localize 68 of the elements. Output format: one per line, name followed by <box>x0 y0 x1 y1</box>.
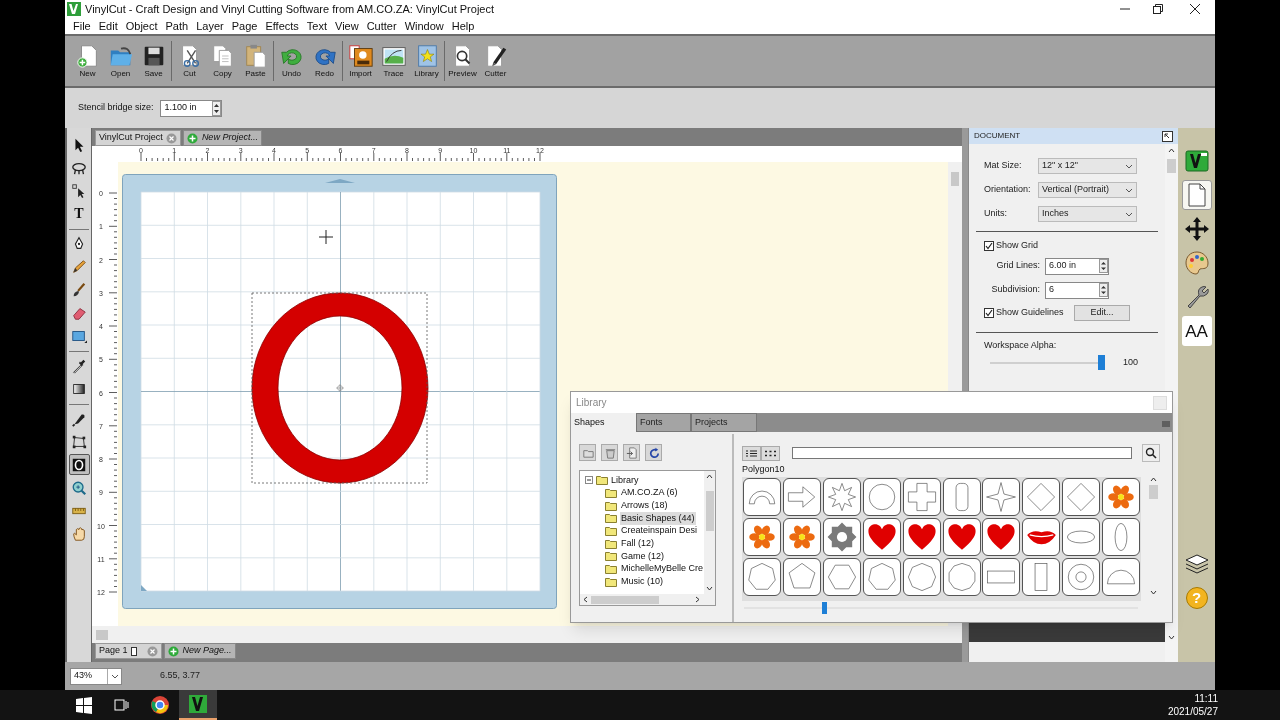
menu-item[interactable]: Path <box>161 17 193 35</box>
menu-item[interactable]: Cutter <box>362 17 401 35</box>
number-spinner[interactable]: 6 <box>1045 281 1109 299</box>
tree-item[interactable]: Library <box>585 474 704 487</box>
document-tab[interactable]: New Page... <box>163 643 236 659</box>
menu-item[interactable]: Page <box>227 17 262 35</box>
field-label: Subdivision: <box>990 283 1041 297</box>
checkbox-label: Show Guidelines <box>996 306 1065 320</box>
save-button[interactable]: Save <box>137 43 170 79</box>
tree-item[interactable]: Game (12) <box>620 549 665 564</box>
document-tab[interactable]: Page 1 <box>95 643 162 659</box>
dropdown[interactable]: Inches <box>1038 206 1137 222</box>
clock-date: 2021/05/27 <box>1167 705 1218 718</box>
tree-item[interactable]: Basic Shapes (44) <box>620 511 696 526</box>
cut-button[interactable]: Cut <box>173 43 206 79</box>
field-label: Mat Size: <box>983 159 1023 173</box>
document-tab[interactable]: VinylCut Project <box>95 130 181 146</box>
selected-shape-name: Polygon10 <box>742 464 786 475</box>
edit-button[interactable]: Edit... <box>1074 305 1130 321</box>
stencil-bridge-spinner[interactable]: 1.100 in <box>159 99 222 117</box>
undo-button[interactable]: Undo <box>275 43 308 79</box>
clock-time: 11:11 <box>1194 692 1218 705</box>
checkbox-label: Show Grid <box>996 239 1039 253</box>
window-title: Library <box>576 396 607 410</box>
menu-item[interactable]: File <box>69 17 95 35</box>
tree-item[interactable]: Fall (12) <box>620 537 655 551</box>
document-tab[interactable]: New Project... <box>182 130 262 146</box>
tree-item[interactable]: Createinspain Desi <box>620 524 699 538</box>
text-panel-button[interactable]: AA <box>1181 316 1212 346</box>
library-tab[interactable]: Projects <box>691 413 757 432</box>
open-button[interactable]: Open <box>104 43 137 79</box>
menu-item[interactable]: Help <box>447 17 479 35</box>
window-title: VinylCut - Craft Design and Vinyl Cutting Software from AM.CO.ZA: VinylCut Project <box>85 1 494 17</box>
library-button[interactable]: Library <box>410 43 443 79</box>
slider-value: 100 <box>1123 355 1139 369</box>
menu-item[interactable]: Object <box>121 17 162 35</box>
library-tab[interactable]: Fonts <box>636 413 691 432</box>
library-tab[interactable]: Shapes <box>571 413 636 432</box>
zoom-dropdown[interactable]: 43% <box>70 667 122 685</box>
panel-header: DOCUMENT <box>969 128 1178 144</box>
menu-item[interactable]: Text <box>302 17 331 35</box>
tree-item[interactable]: Music (10) <box>620 575 664 589</box>
menu-item[interactable]: Edit <box>94 17 122 35</box>
menu-item[interactable]: Window <box>400 17 448 35</box>
tree-item[interactable]: MichelleMyBelle Cre <box>619 562 704 576</box>
menu-item[interactable]: View <box>331 17 363 35</box>
trace-button[interactable]: Trace <box>377 43 410 79</box>
redo-button[interactable]: Redo <box>308 43 341 79</box>
import-button[interactable]: Import <box>344 43 377 79</box>
preview-button[interactable]: Preview <box>446 43 479 79</box>
text-tool[interactable]: T <box>68 203 90 224</box>
tree-item[interactable]: AM.CO.ZA (6) <box>620 486 679 500</box>
menu-item[interactable]: Layer <box>192 17 228 35</box>
copy-button[interactable]: Copy <box>206 43 239 79</box>
stencil-bridge-label: Stencil bridge size: <box>78 101 154 115</box>
field-label: Units: <box>983 207 1008 221</box>
paste-button[interactable]: Paste <box>239 43 272 79</box>
new-button[interactable]: New <box>71 43 104 79</box>
dropdown[interactable]: 12" x 12" <box>1038 158 1137 174</box>
field-label: Orientation: <box>983 183 1032 197</box>
tree-item[interactable]: Arrows (18) <box>620 498 669 513</box>
menu-item[interactable]: Effects <box>261 17 303 35</box>
cursor-coordinates: 6.55, 3.77 <box>160 669 201 683</box>
cutter-button[interactable]: Cutter <box>479 43 512 79</box>
number-spinner[interactable]: 6.00 in <box>1045 257 1109 275</box>
dropdown[interactable]: Vertical (Portrait) <box>1038 182 1137 198</box>
field-label: Grid Lines: <box>995 259 1041 273</box>
field-label: Workspace Alpha: <box>983 339 1058 352</box>
